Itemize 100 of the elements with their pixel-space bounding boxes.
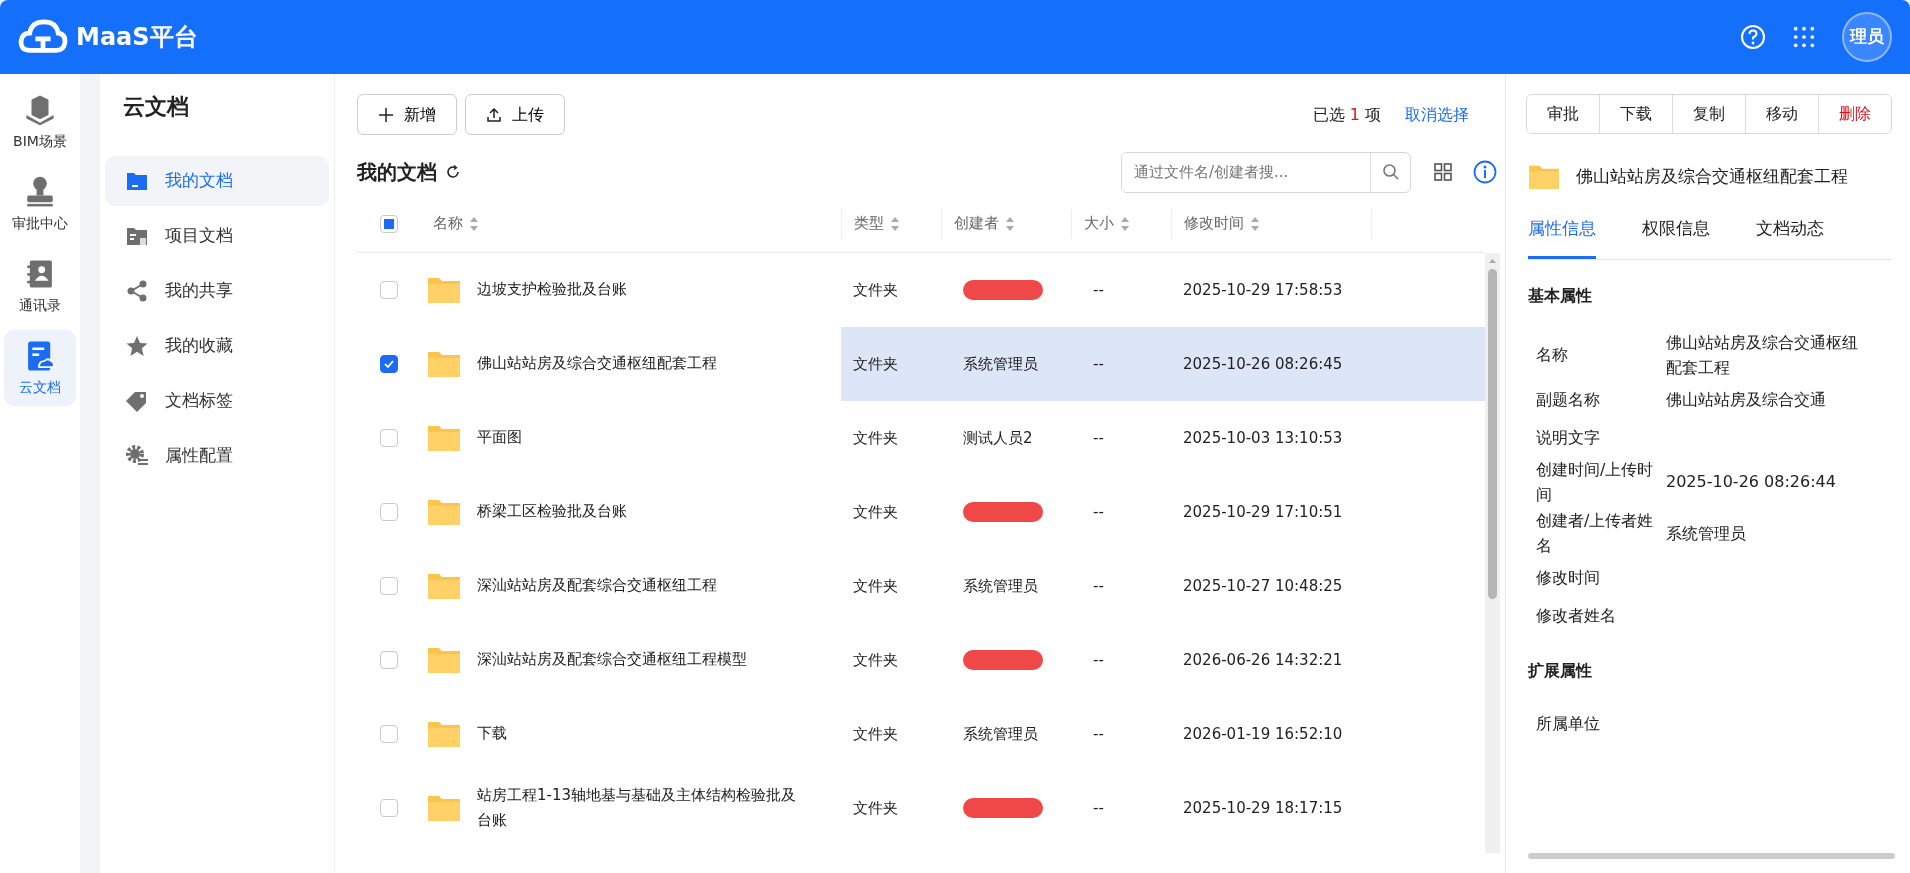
sort-icon <box>1120 215 1130 232</box>
upload-icon <box>486 106 502 123</box>
file-name[interactable]: 佛山站站房及综合交通枢纽配套工程 <box>477 351 717 377</box>
selection-count: 已选 1 项 <box>1312 103 1381 126</box>
search-field[interactable]: 通过文件名/创建者搜... <box>1121 151 1411 193</box>
file-name[interactable]: 下载 <box>477 721 507 747</box>
column-header[interactable]: 类型 <box>854 212 884 235</box>
select-all-checkbox[interactable] <box>380 214 398 233</box>
table-cell-text: -- <box>1093 353 1104 375</box>
file-name[interactable]: 边坡支护检验批及台账 <box>477 277 627 303</box>
folder-icon <box>427 572 461 600</box>
check-icon <box>383 358 395 370</box>
table-cell-text: 系统管理员 <box>963 723 1038 745</box>
sort-icon <box>469 215 479 232</box>
table-cell-text: -- <box>1093 797 1104 819</box>
nav-item[interactable]: 属性配置 <box>105 431 329 481</box>
column-header[interactable]: 大小 <box>1084 212 1114 235</box>
sort-icon <box>1250 215 1260 232</box>
field-label: 修改者姓名 <box>1536 605 1617 628</box>
info-icon <box>1473 160 1497 184</box>
field-label: 副题名称 <box>1536 388 1601 411</box>
table-cell-text: 2025-10-29 18:17:15 <box>1183 797 1343 819</box>
folder-icon <box>427 276 461 304</box>
field-label: 修改时间 <box>1536 567 1601 590</box>
row-checkbox[interactable] <box>380 281 398 299</box>
detail-tab[interactable]: 文档动态 <box>1756 216 1824 259</box>
row-checkbox[interactable] <box>380 503 398 521</box>
nav-item[interactable]: 我的收藏 <box>105 321 329 371</box>
file-name[interactable]: 桥梁工区检验批及台账 <box>477 499 627 525</box>
table-cell-text: 文件夹 <box>853 501 898 523</box>
toolbar-button[interactable]: 上传 <box>465 94 565 135</box>
nav-item[interactable]: 文档标签 <box>105 376 329 426</box>
field-label: 所属单位 <box>1536 713 1601 736</box>
app-title: MaaS平台 <box>76 22 198 53</box>
table-cell-text: 文件夹 <box>853 427 898 449</box>
rail-tab[interactable]: 审批中心 <box>4 166 76 242</box>
column-header[interactable]: 修改时间 <box>1184 212 1244 235</box>
section-title: 云文档 <box>122 93 190 121</box>
file-name[interactable]: 平面图 <box>477 425 522 451</box>
row-checkbox[interactable] <box>380 725 398 743</box>
row-checkbox[interactable] <box>380 651 398 669</box>
action-button[interactable]: 删除 <box>1818 95 1891 133</box>
field-label: 创建者/上传者姓名 <box>1536 509 1655 558</box>
help-icon <box>1740 24 1766 50</box>
field-value: 2025-10-26 08:26:44 <box>1666 471 1837 494</box>
nav-item[interactable]: 项目文档 <box>105 211 329 261</box>
share-icon <box>125 279 149 303</box>
folder-icon <box>427 498 461 526</box>
toolbar-button[interactable]: 新增 <box>357 94 457 135</box>
field-value: 佛山站站房及综合交通 <box>1666 388 1827 411</box>
folder-icon <box>427 350 461 378</box>
row-checkbox[interactable] <box>380 429 398 447</box>
field-label: 创建时间/上传时间 <box>1536 458 1655 507</box>
table-cell-text: -- <box>1093 501 1104 523</box>
star-icon <box>125 334 149 358</box>
rail-tab[interactable]: 通讯录 <box>4 248 76 324</box>
section-heading: 基本属性 <box>1528 284 1593 307</box>
table-cell-text: -- <box>1093 575 1104 597</box>
search-icon <box>1381 163 1400 181</box>
folder-icon <box>427 646 461 674</box>
tag-icon <box>125 389 149 413</box>
cloud-logo-icon <box>18 18 68 56</box>
table-cell-text: 文件夹 <box>853 279 898 301</box>
nav-item[interactable]: 我的文档 <box>105 156 329 206</box>
detail-title: 佛山站站房及综合交通枢纽配套工程 <box>1576 165 1848 189</box>
table-cell-text: 文件夹 <box>853 797 898 819</box>
folder-icon <box>427 424 461 452</box>
detail-tab[interactable]: 权限信息 <box>1642 216 1710 259</box>
clear-selection-link[interactable]: 取消选择 <box>1405 102 1469 127</box>
column-header[interactable]: 创建者 <box>954 212 999 235</box>
table-cell-text: 2025-10-29 17:10:51 <box>1183 501 1343 523</box>
apps-grid-icon <box>1792 25 1816 49</box>
file-name[interactable]: 站房工程1-13轴地基与基础及主体结构检验批及台账 <box>477 782 807 834</box>
row-checkbox[interactable] <box>380 577 398 595</box>
rail-tab[interactable]: 云文档 <box>4 330 76 406</box>
field-label: 说明文字 <box>1536 426 1601 449</box>
table-cell-text: 文件夹 <box>853 353 898 375</box>
rail-tab[interactable]: BIM场景 <box>4 84 76 160</box>
file-name[interactable]: 深汕站站房及配套综合交通枢纽工程 <box>477 573 717 599</box>
row-checkbox[interactable] <box>380 799 398 817</box>
table-cell-text: -- <box>1093 649 1104 671</box>
plus-icon <box>378 106 394 123</box>
field-value: 佛山站站房及综合交通枢纽配套工程 <box>1666 331 1859 380</box>
table-cell-text: 2025-10-03 13:10:53 <box>1183 427 1343 449</box>
nav-item[interactable]: 我的共享 <box>105 266 329 316</box>
column-header[interactable]: 名称 <box>433 212 463 235</box>
field-label: 名称 <box>1536 344 1569 367</box>
table-cell-text: -- <box>1093 723 1104 745</box>
scrollbar-thumb[interactable] <box>1488 269 1497 599</box>
table-cell-text: 系统管理员 <box>963 575 1038 597</box>
table-cell-text: 测试人员2 <box>963 427 1033 449</box>
file-name[interactable]: 深汕站站房及配套综合交通枢纽工程模型 <box>477 647 747 673</box>
row-checkbox[interactable] <box>380 355 398 373</box>
detail-tab[interactable]: 属性信息 <box>1528 216 1596 259</box>
table-cell-text: 2025-10-27 10:48:25 <box>1183 575 1343 597</box>
folder-icon <box>1528 164 1560 190</box>
gear-list-icon <box>125 444 149 468</box>
sort-icon <box>890 215 900 232</box>
table-cell-text: -- <box>1093 427 1104 449</box>
table-cell-text: 文件夹 <box>853 649 898 671</box>
